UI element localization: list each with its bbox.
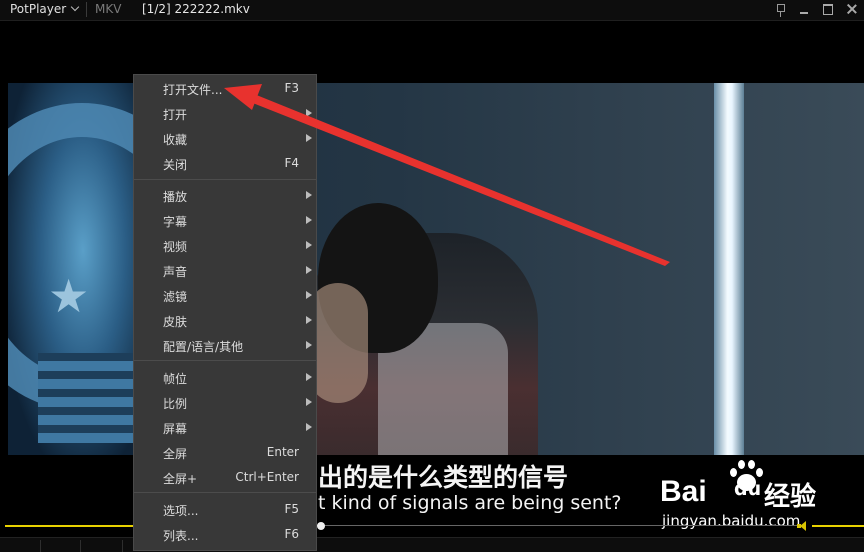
video-left-panel: ★ [8, 83, 216, 455]
light-strip [714, 83, 744, 455]
menu-item-fullscreen-plus[interactable]: 全屏+ Ctrl+Enter [134, 465, 316, 489]
menu-item-open[interactable]: 打开 [134, 101, 316, 125]
menu-item-playlist[interactable]: 列表... F6 [134, 522, 316, 546]
file-title: [1/2] 222222.mkv [142, 2, 250, 16]
submenu-arrow-icon [306, 398, 312, 406]
context-menu: 打开文件... F3 打开 收藏 关闭 F4 播放 字幕 视频 声音 滤镜 皮肤 配… [133, 74, 317, 551]
watermark-brand: Bai [660, 475, 707, 508]
app-menu-button[interactable]: PotPlayer [10, 2, 80, 16]
submenu-arrow-icon [306, 134, 312, 142]
title-bar: PotPlayer MKV [1/2] 222222.mkv [0, 0, 864, 21]
minimize-button[interactable] [792, 0, 816, 20]
menu-item-audio[interactable]: 声音 [134, 258, 316, 282]
seek-track [317, 525, 797, 526]
submenu-arrow-icon [306, 291, 312, 299]
menu-item-ratio[interactable]: 比例 [134, 390, 316, 414]
menu-item-config[interactable]: 配置/语言/其他 [134, 333, 316, 357]
menu-separator [134, 179, 316, 180]
menu-item-favorites[interactable]: 收藏 [134, 126, 316, 150]
maximize-button[interactable] [816, 0, 840, 20]
watermark-brand-du: du [734, 478, 762, 500]
submenu-arrow-icon [306, 423, 312, 431]
watermark-brand-cn: 经验 [764, 482, 817, 512]
submenu-arrow-icon [306, 316, 312, 324]
maximize-icon [823, 4, 833, 15]
menu-item-video[interactable]: 视频 [134, 233, 316, 257]
menu-item-frame[interactable]: 帧位 [134, 365, 316, 389]
seek-thumb[interactable] [317, 522, 325, 530]
menu-separator [134, 360, 316, 361]
menu-item-close[interactable]: 关闭 F4 [134, 151, 316, 175]
pin-button[interactable] [768, 0, 792, 20]
submenu-arrow-icon [306, 216, 312, 224]
chevron-down-icon [70, 2, 80, 12]
control-bar [0, 537, 864, 552]
volume-icon[interactable] [797, 521, 807, 531]
submenu-arrow-icon [306, 341, 312, 349]
menu-item-options[interactable]: 选项... F5 [134, 497, 316, 521]
menu-item-screen[interactable]: 屏幕 [134, 415, 316, 439]
control-divider [122, 540, 123, 552]
menu-item-open-file[interactable]: 打开文件... F3 [134, 76, 316, 100]
title-divider [86, 2, 87, 17]
subtitle-english: t kind of signals are being sent? [318, 492, 622, 514]
close-button[interactable] [840, 0, 864, 20]
submenu-arrow-icon [306, 241, 312, 249]
seek-bar[interactable] [0, 522, 864, 530]
menu-separator [134, 492, 316, 493]
submenu-arrow-icon [306, 191, 312, 199]
minimize-icon [800, 12, 808, 14]
format-label: MKV [95, 2, 122, 16]
menu-item-fullscreen[interactable]: 全屏 Enter [134, 440, 316, 464]
star-emblem: ★ [48, 269, 90, 323]
menu-item-filters[interactable]: 滤镜 [134, 283, 316, 307]
control-divider [80, 540, 81, 552]
menu-item-playback[interactable]: 播放 [134, 183, 316, 207]
submenu-arrow-icon [306, 266, 312, 274]
submenu-arrow-icon [306, 109, 312, 117]
seek-progress-left [5, 525, 133, 527]
menu-item-subtitle[interactable]: 字幕 [134, 208, 316, 232]
volume-level[interactable] [812, 525, 864, 527]
pin-icon [777, 4, 785, 12]
subtitle-chinese: 出的是什么类型的信号 [318, 463, 569, 492]
menu-item-skin[interactable]: 皮肤 [134, 308, 316, 332]
app-name: PotPlayer [10, 2, 67, 16]
control-divider [40, 540, 41, 552]
submenu-arrow-icon [306, 373, 312, 381]
